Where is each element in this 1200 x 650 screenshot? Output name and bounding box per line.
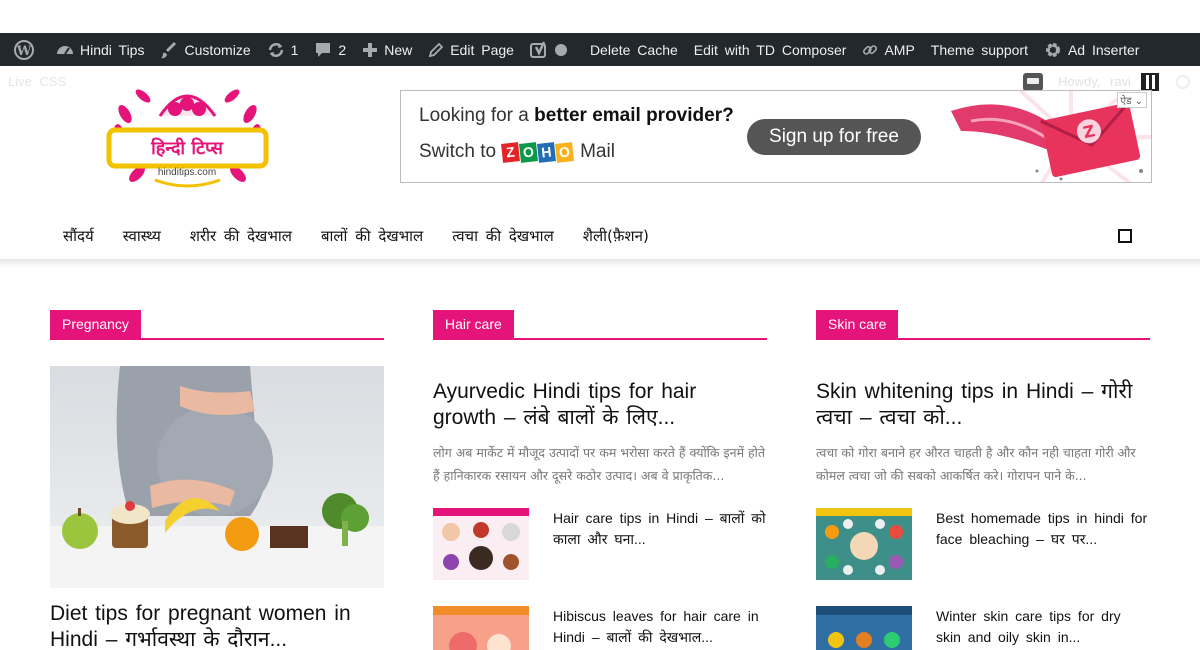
nav-item-skin-care[interactable]: त्वचा की देखभाल (452, 226, 554, 246)
category-block-pregnancy: Pregnancy Diet tips for pregnant women i… (50, 310, 384, 650)
nav-item-fashion[interactable]: शैली(फ़ैशन) (583, 226, 649, 246)
category-header: Pregnancy (50, 310, 384, 340)
howdy-user-menu[interactable]: Howdy, ravi (1058, 74, 1131, 89)
article-title[interactable]: Hibiscus leaves for hair care in Hindi –… (553, 606, 769, 648)
ad-signup-button[interactable]: Sign up for free (747, 119, 921, 155)
article-title[interactable]: Skin whitening tips in Hindi – गोरी त्वच… (816, 379, 1150, 431)
main-navigation: सौंदर्य स्वास्थ्य शरीर की देखभाल बालों क… (63, 226, 678, 246)
logo-hindi-text: हिन्दी टिप्स (150, 137, 224, 159)
dashboard-gauge-icon (57, 45, 73, 55)
qr-code-icon[interactable] (1141, 73, 1159, 91)
edit-page-label: Edit Page (450, 41, 514, 58)
new-label: New (384, 41, 413, 58)
pregnant-woman-food-image (50, 366, 384, 588)
ad-inserter-link[interactable]: Ad Inserter (1036, 33, 1147, 66)
wordpress-icon: W (14, 39, 34, 60)
admin-bar: W Hindi Tips Customize 1 2 New Edit Page… (0, 33, 1200, 66)
comments-link[interactable]: 2 (306, 33, 354, 66)
article-title[interactable]: Winter skin care tips for dry skin and o… (936, 606, 1152, 648)
edit-with-composer-link[interactable]: Edit with TD Composer (686, 33, 855, 66)
hibiscus-infographic-thumb (433, 606, 529, 650)
customize-label: Customize (184, 41, 251, 58)
updates-count: 1 (290, 41, 299, 58)
comment-bubble-icon (316, 42, 331, 57)
yoast-icon (529, 40, 546, 58)
face-bleaching-infographic-thumb (816, 508, 912, 580)
list-item[interactable]: Best homemade tips in hindi for face ble… (816, 508, 1150, 582)
zoho-logo: ZOHO (501, 141, 575, 163)
category-block-skin-care: Skin care Skin whitening tips in Hindi –… (816, 310, 1150, 650)
amp-label: AMP (884, 41, 915, 58)
site-name-menu[interactable]: Hindi Tips (48, 33, 152, 66)
hindi-tips-logo: हिन्दी टिप्स hinditips.com (106, 89, 269, 188)
article-title[interactable]: Diet tips for pregnant women in Hindi – … (50, 601, 384, 650)
delete-cache-link[interactable]: Delete Cache (582, 33, 686, 66)
article-title[interactable]: Hair care tips in Hindi – बालों को काला … (553, 508, 769, 550)
category-label[interactable]: Skin care (816, 310, 899, 339)
list-item[interactable]: Hair care tips in Hindi – बालों को काला … (433, 508, 767, 582)
featured-image[interactable] (50, 366, 384, 588)
edit-page-link[interactable]: Edit Page (420, 33, 522, 66)
ad-subline: Switch to ZOHO Mail (419, 141, 615, 163)
new-content-menu[interactable]: New (354, 33, 420, 66)
article-thumbnail[interactable] (816, 508, 912, 580)
list-item[interactable]: Hibiscus leaves for hair care in Hindi –… (433, 606, 767, 650)
refresh-icon (268, 42, 283, 57)
wordpress-logo-menu[interactable]: W (6, 33, 48, 66)
article-excerpt: त्वचा को गोरा बनाने हर औरत चाहती है और क… (816, 445, 1136, 483)
nav-item-health[interactable]: स्वास्थ्य (123, 226, 161, 246)
customize-link[interactable]: Customize (152, 33, 258, 66)
gear-icon (1045, 42, 1060, 57)
nav-item-beauty[interactable]: सौंदर्य (63, 226, 94, 246)
seo-status-dot-icon (554, 43, 567, 56)
paintbrush-icon (161, 41, 177, 58)
category-header: Skin care (816, 310, 1150, 340)
theme-support-link[interactable]: Theme support (923, 33, 1036, 66)
advertisement-banner[interactable]: Looking for a better email provider? Swi… (400, 90, 1152, 183)
category-label[interactable]: Hair care (433, 310, 514, 339)
article-thumbnail[interactable] (433, 606, 529, 650)
nav-divider (0, 259, 1200, 267)
theme-support-label: Theme support (930, 41, 1028, 58)
pencil-icon (428, 42, 444, 57)
nav-item-hair-care[interactable]: बालों की देखभाल (321, 226, 423, 246)
site-logo[interactable]: हिन्दी टिप्स hinditips.com (105, 74, 270, 196)
article-thumbnail[interactable] (816, 606, 912, 650)
ad-headline: Looking for a better email provider? (419, 105, 734, 126)
article-excerpt: लोग अब मार्केट में मौजूद उत्पादों पर कम … (433, 445, 766, 483)
amp-link[interactable]: AMP (854, 33, 922, 66)
logo-domain-text: hinditips.com (158, 167, 216, 178)
article-thumbnail[interactable] (433, 508, 529, 580)
ad-choices-badge[interactable]: ऐड ⌄ (1116, 92, 1147, 108)
article-title[interactable]: Ayurvedic Hindi tips for hair growth – ल… (433, 379, 767, 431)
svg-text:W: W (16, 44, 32, 59)
site-name-label: Hindi Tips (80, 41, 145, 58)
nav-item-body-care[interactable]: शरीर की देखभाल (190, 226, 292, 246)
article-title[interactable]: Best homemade tips in hindi for face ble… (936, 508, 1152, 550)
category-block-hair-care: Hair care Ayurvedic Hindi tips for hair … (433, 310, 767, 650)
winter-skin-care-infographic-thumb (816, 606, 912, 650)
comments-count: 2 (338, 41, 347, 58)
yoast-seo-menu[interactable] (522, 33, 582, 66)
nav-search-icon[interactable] (1118, 229, 1132, 243)
plus-icon (363, 42, 378, 57)
chat-icon[interactable] (1023, 73, 1043, 91)
category-label[interactable]: Pregnancy (50, 310, 141, 339)
updates-link[interactable]: 1 (259, 33, 307, 66)
edit-with-label: Edit with TD Composer (693, 41, 847, 58)
delete-cache-label: Delete Cache (589, 41, 678, 58)
category-header: Hair care (433, 310, 767, 340)
search-icon[interactable] (1176, 75, 1190, 89)
list-item[interactable]: Winter skin care tips for dry skin and o… (816, 606, 1150, 650)
live-css-link[interactable]: Live CSS (8, 74, 66, 89)
ad-inserter-label: Ad Inserter (1067, 41, 1140, 58)
link-chain-icon (863, 44, 878, 55)
hair-care-infographic-thumb (433, 508, 529, 580)
